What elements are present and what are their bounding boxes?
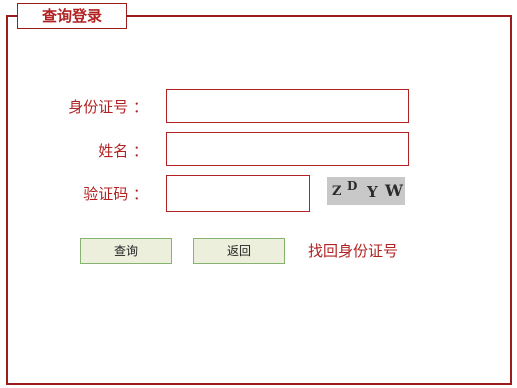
back-button[interactable]: 返回 <box>193 238 285 264</box>
panel-title: 查询登录 <box>17 3 127 29</box>
query-button[interactable]: 查询 <box>80 238 172 264</box>
name-label: 姓名 ： <box>98 142 148 160</box>
captcha-char: Z <box>332 184 342 199</box>
id-number-input[interactable] <box>166 89 409 123</box>
captcha-char: Y <box>367 183 378 201</box>
captcha-char: D <box>347 179 358 193</box>
id-number-label: 身份证号 ： <box>68 98 148 116</box>
captcha-image[interactable]: Z D Y W <box>327 177 405 205</box>
recover-id-link[interactable]: 找回身份证号 <box>308 241 398 261</box>
name-input[interactable] <box>166 132 409 166</box>
captcha-char: W <box>385 181 403 200</box>
captcha-input[interactable] <box>166 175 310 212</box>
captcha-label: 验证码 ： <box>83 185 148 203</box>
